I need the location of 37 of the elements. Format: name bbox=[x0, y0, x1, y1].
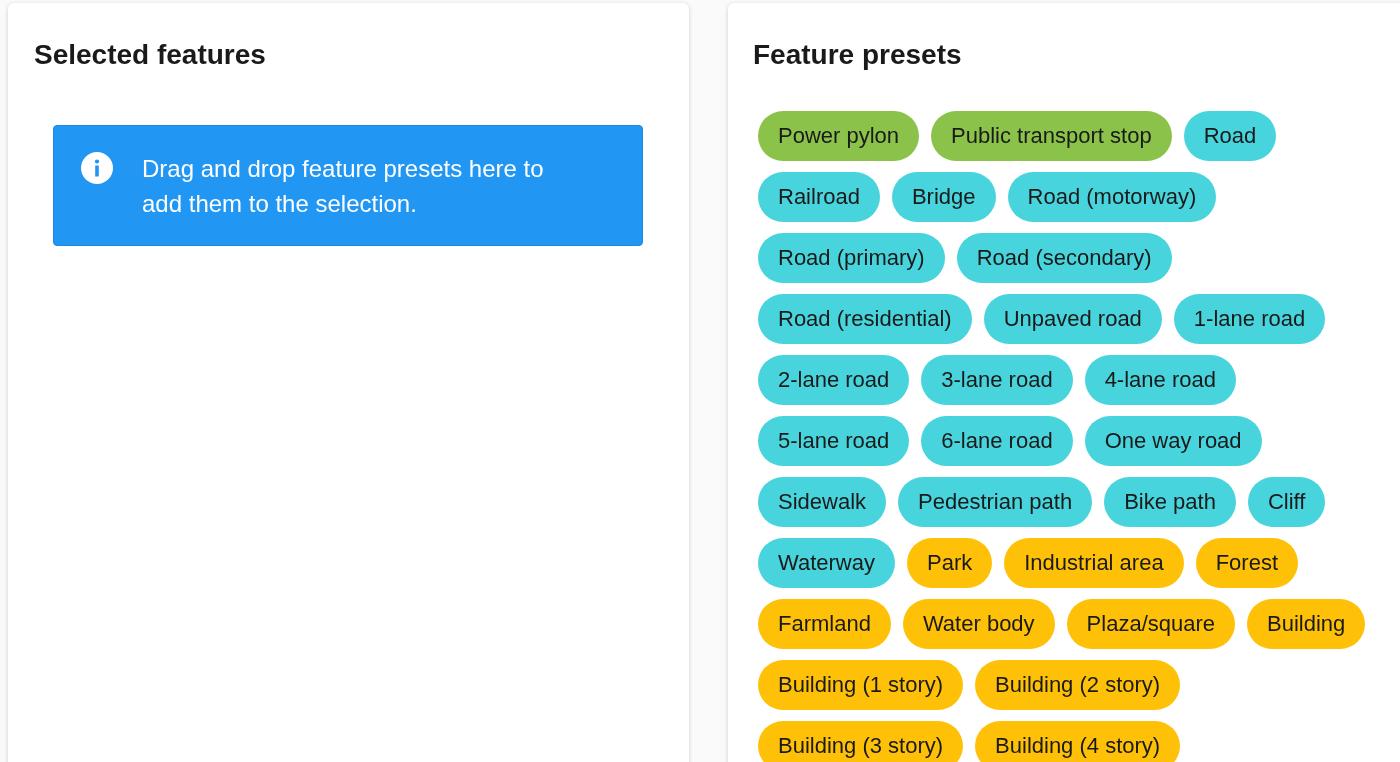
preset-chip[interactable]: Public transport stop bbox=[931, 111, 1172, 161]
preset-chip[interactable]: Forest bbox=[1195, 538, 1298, 588]
preset-chip[interactable]: Unpaved road bbox=[983, 294, 1162, 344]
preset-chip[interactable]: Bike path bbox=[1104, 477, 1236, 527]
preset-chip[interactable]: 1-lane road bbox=[1173, 294, 1326, 344]
preset-chip[interactable]: Road (motorway) bbox=[1007, 172, 1217, 222]
preset-chip[interactable]: Building (3 story) bbox=[758, 721, 964, 762]
preset-chip[interactable]: Road bbox=[1183, 111, 1277, 161]
preset-chip[interactable]: Building (2 story) bbox=[975, 660, 1181, 710]
preset-chip[interactable]: Industrial area bbox=[1004, 538, 1184, 588]
preset-chip[interactable]: One way road bbox=[1084, 416, 1262, 466]
preset-chip[interactable]: Farmland bbox=[758, 599, 891, 649]
preset-chip[interactable]: 5-lane road bbox=[758, 416, 910, 466]
preset-chip[interactable]: Bridge bbox=[891, 172, 996, 222]
preset-chip[interactable]: Pedestrian path bbox=[898, 477, 1093, 527]
preset-chip[interactable]: Building bbox=[1247, 599, 1366, 649]
preset-chip[interactable]: Road (residential) bbox=[758, 294, 972, 344]
preset-chip[interactable]: Road (primary) bbox=[758, 233, 945, 283]
preset-chip[interactable]: Waterway bbox=[758, 538, 895, 588]
info-message: Drag and drop feature presets here to add them to the selection. bbox=[142, 154, 545, 219]
panel-title: Feature presets bbox=[753, 38, 963, 72]
info-icon bbox=[81, 152, 113, 184]
panel-title: Selected features bbox=[34, 38, 267, 72]
preset-chip[interactable]: Building (1 story) bbox=[758, 660, 964, 710]
preset-chip[interactable]: 2-lane road bbox=[758, 355, 910, 405]
preset-chip[interactable]: 4-lane road bbox=[1084, 355, 1236, 405]
preset-chip[interactable]: Water body bbox=[902, 599, 1055, 649]
preset-chip[interactable]: Plaza/square bbox=[1066, 599, 1236, 649]
preset-chip[interactable]: Cliff bbox=[1247, 477, 1326, 527]
preset-chip[interactable]: 6-lane road bbox=[921, 416, 1073, 466]
preset-chip[interactable]: 3-lane road bbox=[921, 355, 1073, 405]
preset-chip[interactable]: Sidewalk bbox=[758, 477, 887, 527]
preset-chip[interactable]: Road (secondary) bbox=[956, 233, 1172, 283]
preset-chip[interactable]: Power pylon bbox=[758, 111, 920, 161]
preset-chip[interactable]: Railroad bbox=[758, 172, 880, 222]
preset-chip[interactable]: Building (4 story) bbox=[975, 721, 1181, 762]
preset-chip[interactable]: Park bbox=[907, 538, 993, 588]
